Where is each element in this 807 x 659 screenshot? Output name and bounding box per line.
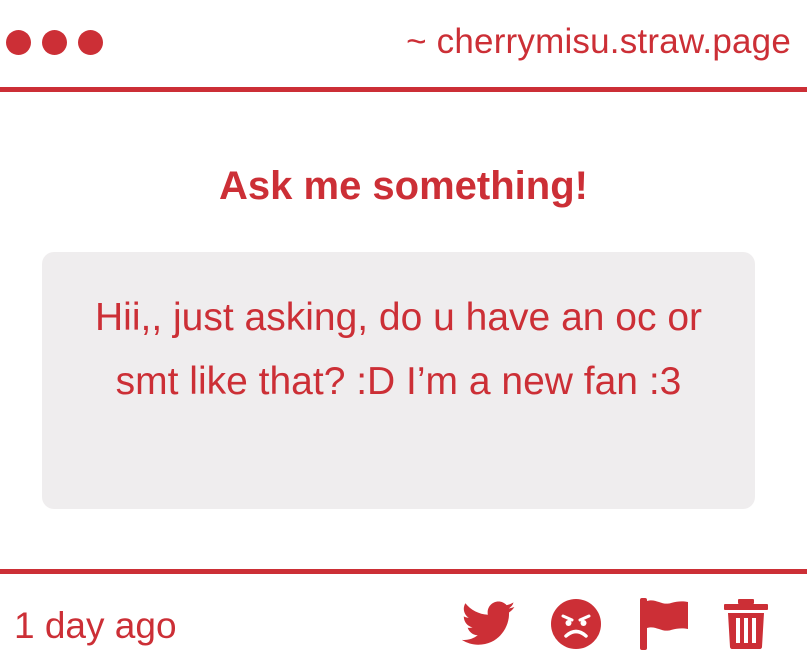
header-divider — [0, 87, 807, 92]
report-angry-button[interactable] — [549, 598, 603, 650]
site-url[interactable]: ~ cherrymisu.straw.page — [406, 20, 791, 64]
twitter-icon — [462, 601, 516, 647]
footer: 1 day ago — [0, 574, 807, 659]
timestamp: 1 day ago — [14, 605, 177, 646]
twitter-share-button[interactable] — [462, 598, 516, 650]
window-dot-1 — [6, 30, 31, 55]
window-dot-2 — [42, 30, 67, 55]
action-bar — [462, 598, 769, 650]
trash-icon — [724, 599, 768, 649]
flag-icon — [638, 598, 690, 650]
angry-face-icon — [551, 599, 601, 649]
delete-button[interactable] — [723, 598, 769, 650]
header: ~ cherrymisu.straw.page — [0, 0, 807, 88]
window-dots — [6, 30, 103, 55]
window-dot-3 — [78, 30, 103, 55]
question-card: Hii,, just asking, do u have an oc or sm… — [42, 252, 755, 509]
question-text: Hii,, just asking, do u have an oc or sm… — [95, 296, 702, 403]
flag-button[interactable] — [637, 598, 691, 650]
page-title: Ask me something! — [219, 164, 588, 208]
